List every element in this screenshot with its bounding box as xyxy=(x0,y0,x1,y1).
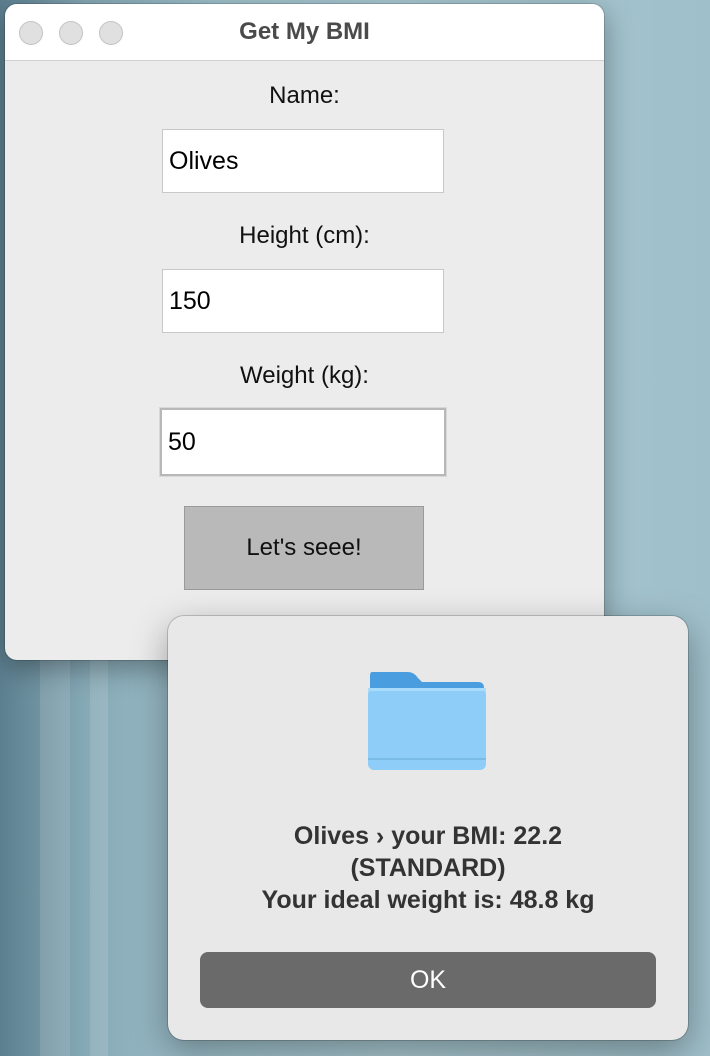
result-line-ideal-weight: Your ideal weight is: 48.8 kg xyxy=(261,886,595,914)
name-field[interactable] xyxy=(162,129,444,193)
window-title: Get My BMI xyxy=(239,18,370,45)
result-message: Olives › your BMI: 22.2 (STANDARD) Your … xyxy=(168,820,688,916)
minimize-window-button[interactable] xyxy=(59,21,83,45)
weight-label: Weight (kg): xyxy=(240,362,369,389)
bmi-window: Get My BMI Name: Height (cm): Weight (kg… xyxy=(5,4,604,660)
title-bar[interactable]: Get My BMI xyxy=(5,4,604,61)
result-line-category: (STANDARD) xyxy=(350,854,506,882)
height-label: Height (cm): xyxy=(239,222,370,249)
desktop-background xyxy=(90,640,108,1056)
result-line-bmi: Olives › your BMI: 22.2 xyxy=(293,822,563,850)
result-alert: Olives › your BMI: 22.2 (STANDARD) Your … xyxy=(168,616,688,1040)
lets-see-button[interactable]: Let's seee! xyxy=(184,506,424,590)
ok-button[interactable]: OK xyxy=(200,952,656,1008)
name-label: Name: xyxy=(269,82,340,109)
close-window-button[interactable] xyxy=(19,21,43,45)
desktop-background xyxy=(40,640,70,1056)
folder-icon xyxy=(368,672,486,770)
zoom-window-button[interactable] xyxy=(99,21,123,45)
weight-field[interactable] xyxy=(160,408,446,476)
height-field[interactable] xyxy=(162,269,444,333)
